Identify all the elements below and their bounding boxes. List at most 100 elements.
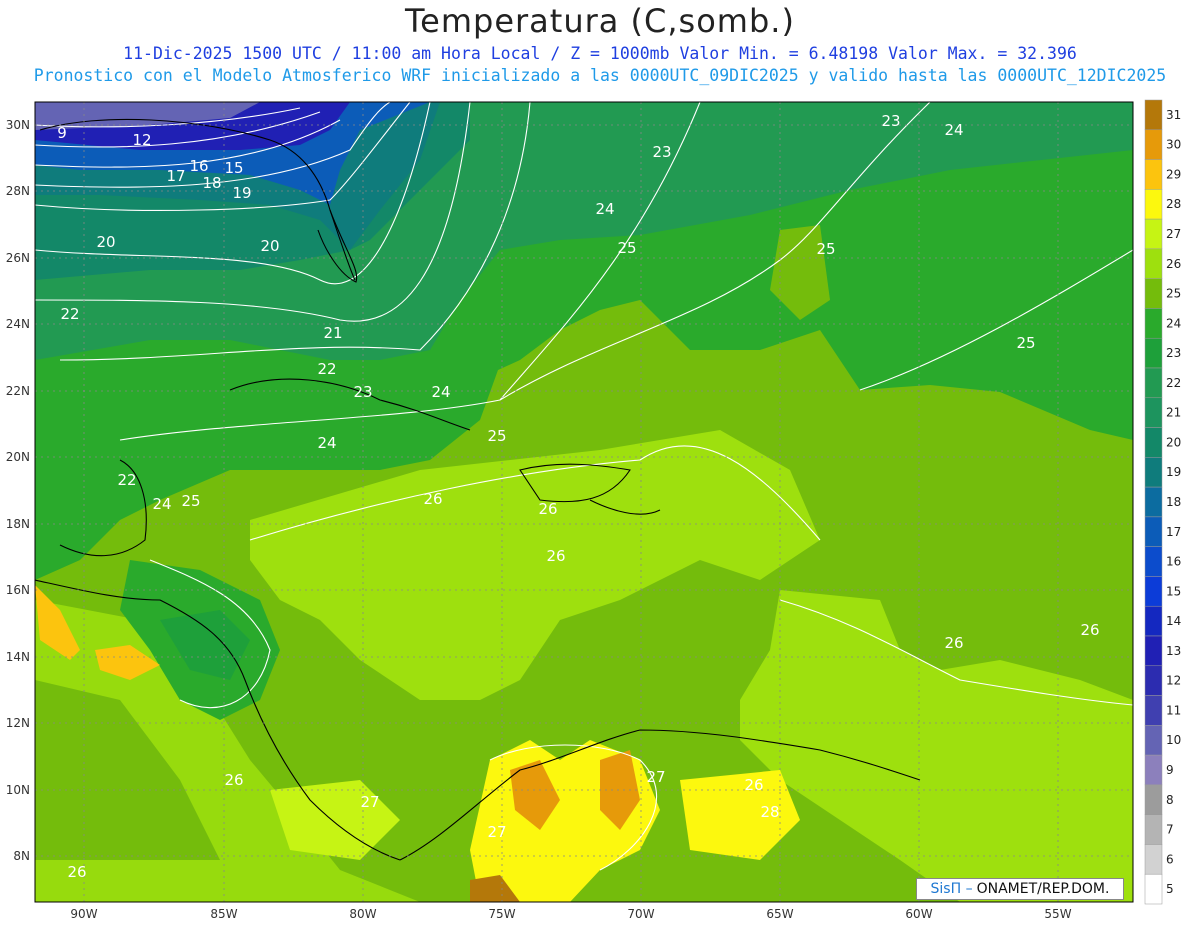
lat-label: 26N [6,251,30,265]
contour-label: 25 [1016,334,1035,352]
organization-label: ONAMET/REP.DOM. [976,881,1110,897]
contour-label: 25 [487,427,506,445]
lat-label: 30N [6,118,30,132]
contour-label: 27 [360,793,379,811]
contour-label: 24 [431,383,450,401]
legend-label: 22 [1166,376,1181,390]
legend-swatch [1144,516,1163,547]
contour-label: 24 [317,434,336,452]
lon-label: 75W [488,907,515,921]
legend-swatch [1144,486,1163,518]
legend-label: 16 [1166,555,1181,569]
lat-label: 28N [6,184,30,198]
contour-label: 16 [189,157,208,175]
contour-label: 26 [744,776,763,794]
lat-label: 18N [6,517,30,531]
lat-label: 10N [6,783,30,797]
legend-label: 25 [1166,287,1181,301]
lon-label: 60W [905,907,932,921]
contour-label: 28 [760,803,779,821]
lon-label: 85W [210,907,237,921]
contour-label: 26 [67,863,86,881]
legend-swatch [1144,457,1163,488]
contour-label: 24 [152,495,171,513]
temperature-map: 30N 28N 26N 24N 22N 20N 18N 16N 14N 12N … [6,99,1181,921]
lon-label: 90W [70,907,97,921]
lat-label: 22N [6,384,30,398]
contour-label: 15 [224,159,243,177]
legend-label: 9 [1166,763,1174,777]
contour-label: 23 [652,143,671,161]
lat-label: 12N [6,716,30,730]
contour-label: 22 [60,305,79,323]
contour-label: 17 [166,167,185,185]
legend-swatch [1144,665,1163,696]
contour-label: 22 [117,471,136,489]
contour-label: 22 [317,360,336,378]
contour-label: 26 [423,490,442,508]
contour-label: 26 [546,547,565,565]
legend-swatch [1144,427,1163,458]
legend-label: 11 [1166,703,1181,717]
contour-label: 20 [260,237,279,255]
contour-label: 27 [487,823,506,841]
lat-label: 24N [6,317,30,331]
legend-label: 6 [1166,852,1174,866]
legend-label: 19 [1166,465,1181,479]
longitude-axis: 90W 85W 80W 75W 70W 65W 60W 55W [70,907,1071,921]
legend-swatch [1144,784,1163,815]
lon-label: 65W [766,907,793,921]
contour-label: 26 [1080,621,1099,639]
contour-label: 27 [646,768,665,786]
legend-label: 28 [1166,197,1181,211]
lat-label: 20N [6,450,30,464]
legend-swatch [1144,814,1163,845]
legend-label: 13 [1166,644,1181,658]
legend-swatch [1144,635,1163,667]
legend-label: 31 [1166,108,1181,122]
contour-label: 24 [944,121,963,139]
legend-label: 18 [1166,495,1181,509]
legend-label: 21 [1166,406,1181,420]
legend-swatch [1144,397,1163,428]
legend-swatch [1144,695,1163,726]
contour-label: 24 [595,200,614,218]
lat-label: 8N [13,849,30,863]
contour-label: 20 [96,233,115,251]
legend-label: 26 [1166,257,1181,271]
legend-label: 14 [1166,614,1181,628]
legend-label: 10 [1166,733,1181,747]
contour-label: 26 [224,771,243,789]
contour-label: 19 [232,184,251,202]
legend-label: 23 [1166,346,1181,360]
legend-label: 7 [1166,823,1174,837]
contour-label: 9 [57,124,67,142]
legend-swatch [1144,546,1163,577]
contour-label: 25 [816,240,835,258]
legend-swatch [1144,189,1163,220]
legend-label: 8 [1166,793,1174,807]
legend-swatch [1144,159,1163,190]
legend-label: 24 [1166,316,1181,330]
contour-label: 12 [132,131,151,149]
legend-swatch [1144,605,1163,637]
legend-label: 5 [1166,882,1174,896]
legend-swatch [1144,576,1163,607]
contour-label: 18 [202,174,221,192]
contour-label: 21 [323,324,342,342]
legend-label: 20 [1166,435,1181,449]
legend-label: 27 [1166,227,1181,241]
contour-label: 23 [881,112,900,130]
legend-swatch [1144,308,1163,339]
legend-swatch [1144,129,1163,160]
lat-label: 14N [6,650,30,664]
legend-label: 30 [1166,138,1181,152]
legend-swatch [1144,278,1163,309]
contour-label: 26 [538,500,557,518]
legend-swatch [1144,218,1163,250]
legend-swatch [1144,337,1163,369]
lon-label: 80W [349,907,376,921]
legend-swatch [1144,844,1163,875]
legend-swatch [1144,99,1163,131]
lat-label: 16N [6,583,30,597]
